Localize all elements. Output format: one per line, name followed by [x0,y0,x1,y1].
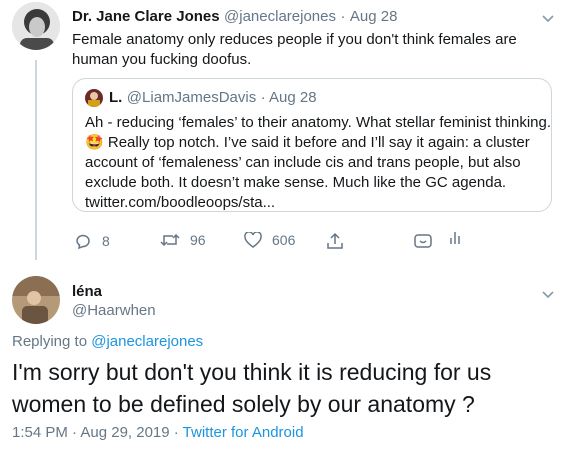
display-name[interactable]: Dr. Jane Clare Jones [72,8,220,25]
user-handle: @LiamJamesDavis [126,89,257,106]
replying-to-handle[interactable]: @janeclarejones [91,333,203,350]
smile-bubble-icon [414,234,432,248]
quoted-text-line: exclude both. It doesn’t make sense. Muc… [85,174,507,191]
thread-line [35,60,37,260]
reply-count: 8 [102,233,110,249]
chevron-down-icon[interactable] [542,10,554,26]
share-icon [327,232,343,249]
tweet-date[interactable]: Aug 28 [350,8,398,25]
quoted-text-line: account of ‘femaleness’ can include cis … [85,154,521,171]
quoted-text-line: Really top notch. I’ve said it before an… [103,134,530,151]
like-count: 606 [272,232,296,248]
tweet-header: Dr. Jane Clare Jones @janeclarejones · A… [72,8,397,26]
replying-to-label: Replying to [12,333,92,350]
chevron-down-icon[interactable] [542,286,554,302]
share-button[interactable] [326,232,344,250]
like-button[interactable]: 606 [244,232,295,248]
user-handle[interactable]: @janeclarejones [224,8,336,25]
display-name[interactable]: léna [72,283,102,300]
analytics-button[interactable] [448,230,462,246]
tweet-meta: 1:54 PM · Aug 29, 2019 · Twitter for And… [12,424,304,441]
heart-icon [244,232,262,248]
avatar[interactable] [12,276,60,324]
quoted-text-line: Ah - reducing ‘females’ to their anatomy… [85,114,552,131]
tweet-text: Female anatomy only reduces people if yo… [72,31,517,68]
tweet-source[interactable]: Twitter for Android [183,424,304,441]
tweet-timestamp[interactable]: 1:54 PM · Aug 29, 2019 · [12,424,183,441]
user-handle[interactable]: @Haarwhen [72,302,156,319]
star-struck-emoji-icon: 🤩 [85,134,104,151]
avatar [85,89,103,107]
dot-separator: · [340,8,346,25]
tweet-text: I'm sorry but don't you think it is redu… [12,359,492,417]
retweet-count: 96 [190,232,206,248]
retweet-icon [160,233,180,247]
tweet-date: · Aug 28 [260,89,317,106]
dm-button[interactable] [414,234,432,250]
avatar[interactable] [12,2,60,50]
display-name: L. [109,89,123,106]
replying-to: Replying to @janeclarejones [12,333,203,350]
reply-button[interactable]: 8 [74,232,110,250]
analytics-icon [450,232,460,244]
quoted-link[interactable]: twitter.com/boodleoops/sta... [85,193,553,213]
reply-icon [76,234,90,250]
quoted-tweet[interactable]: L. @LiamJamesDavis · Aug 28 Ah - reducin… [72,78,552,212]
retweet-button[interactable]: 96 [160,232,206,248]
